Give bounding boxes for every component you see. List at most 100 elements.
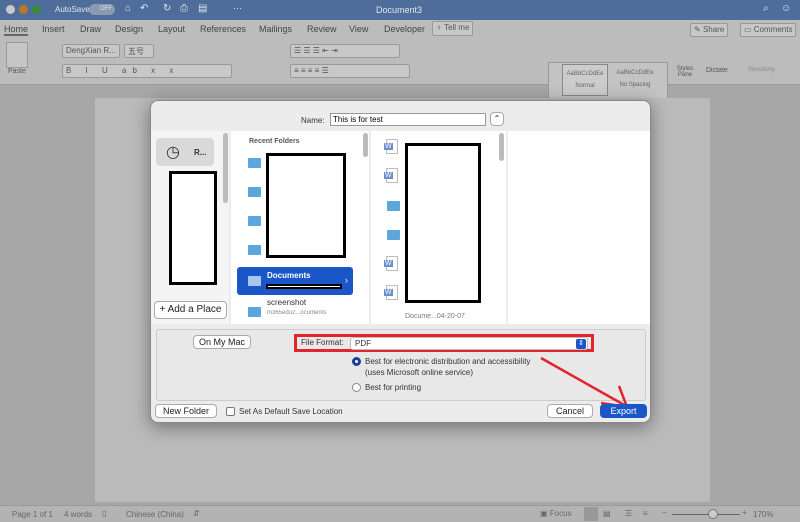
new-folder-button[interactable]: New Folder [155, 404, 217, 418]
folder-icon[interactable] [248, 307, 261, 317]
style-normal[interactable]: AaBbCcDdEe Normal [562, 64, 608, 96]
default-location-label: Set As Default Save Location [239, 407, 343, 416]
language[interactable]: Chinese (China) [126, 510, 184, 519]
folder-path: m365edu2...ocuments [267, 310, 327, 316]
save-icon[interactable]: ▤ [198, 3, 207, 14]
autosave-toggle[interactable]: OFF [89, 4, 115, 15]
zoom-window-button[interactable] [32, 5, 41, 14]
radio-printing[interactable] [352, 383, 361, 392]
tab-insert[interactable]: Insert [42, 24, 65, 34]
list-buttons[interactable]: ☰ ☰ ☰ ⇤ ⇥ [290, 44, 400, 58]
undo-icon[interactable]: ↶ [140, 3, 148, 14]
home-icon[interactable]: ⌂ [125, 3, 131, 14]
close-window-button[interactable] [6, 5, 15, 14]
format-buttons[interactable]: B I U ab x x [62, 64, 232, 78]
zoom-level[interactable]: 170% [753, 510, 773, 519]
comments-label: Comments [753, 25, 793, 34]
share-button[interactable]: ✎ Share [690, 23, 729, 37]
folder-documents[interactable]: Documents › [237, 267, 353, 295]
export-button[interactable]: Export [600, 404, 647, 418]
tab-home[interactable]: Home [4, 24, 29, 36]
outline-icon[interactable]: ☰ [625, 509, 632, 518]
autosave-label: AutoSave [55, 5, 90, 14]
draft-icon[interactable]: ≡ [643, 509, 648, 518]
tab-mailings[interactable]: Mailings [259, 24, 292, 34]
style-no-spacing[interactable]: AaBbCcDdEe No Spacing [612, 64, 658, 96]
sidebar-item-recents[interactable]: ◷ R... [156, 138, 214, 166]
tell-me-label: Tell me [444, 23, 470, 32]
redo-icon[interactable]: ↻ [163, 3, 171, 14]
minimize-window-button[interactable] [19, 5, 28, 14]
name-input[interactable] [330, 113, 486, 126]
tab-view[interactable]: View [349, 24, 368, 34]
focus-label: Focus [549, 509, 572, 518]
font-size-select[interactable]: 五号 [124, 44, 154, 58]
zoom-in-button[interactable]: + [742, 508, 747, 517]
folder-icon[interactable] [387, 230, 400, 240]
tab-references[interactable]: References [200, 24, 246, 34]
radio-electronic[interactable] [352, 357, 361, 366]
proofing-icon[interactable]: ▯ [102, 509, 106, 518]
file-format-select[interactable]: PDF ⇕ [350, 337, 588, 350]
tab-design[interactable]: Design [115, 24, 143, 34]
preview-column [508, 131, 650, 324]
focus-button[interactable]: ▣ Focus [540, 509, 572, 518]
sensitivity-button[interactable]: Sensitivity [748, 67, 775, 73]
folder-icon[interactable] [248, 245, 261, 255]
sidebar-scrollbar[interactable] [223, 133, 228, 203]
zoom-out-button[interactable]: − [662, 508, 667, 517]
styles-pane-button[interactable]: Styles Pane [670, 66, 700, 78]
folder-label[interactable]: screenshot [267, 298, 306, 307]
folder-icon [248, 276, 261, 286]
file-format-value: PDF [355, 339, 371, 348]
page-count[interactable]: Page 1 of 1 [12, 510, 53, 519]
tell-me-search[interactable]: ♀ Tell me [432, 21, 474, 36]
word-document-icon[interactable] [384, 256, 398, 271]
export-dialog: Name: ⌃ ◷ R... + Add a Place Recent Fold… [150, 100, 651, 423]
redacted-region [266, 284, 342, 289]
column-scrollbar[interactable] [363, 133, 368, 157]
dictate-button[interactable]: Dictate [706, 67, 728, 74]
add-place-button[interactable]: + Add a Place [154, 301, 227, 319]
more-icon[interactable]: ··· [233, 3, 242, 13]
redacted-region [405, 143, 481, 303]
folder-icon[interactable] [248, 187, 261, 197]
word-document-icon[interactable] [384, 285, 398, 300]
files-column: Docume...04-20-07 [371, 131, 506, 324]
recents-label: R... [194, 148, 207, 157]
comments-button[interactable]: ▭ Comments [740, 23, 797, 37]
option-printing-label: Best for printing [365, 383, 422, 392]
title-bar: AutoSave OFF ⌂ ↶ ↻ ⎙ ▤ ··· Document3 ⌕ ☺ [0, 0, 800, 20]
folder-icon[interactable] [387, 201, 400, 211]
web-layout-icon[interactable]: ▤ [603, 509, 611, 518]
collapse-button[interactable]: ⌃ [490, 112, 504, 126]
default-location-checkbox[interactable] [226, 407, 235, 416]
column-scrollbar[interactable] [499, 133, 504, 161]
account-icon[interactable]: ☺ [781, 3, 791, 14]
zoom-slider-handle[interactable] [707, 509, 718, 519]
tab-draw[interactable]: Draw [80, 24, 101, 34]
word-count[interactable]: 4 words [64, 510, 92, 519]
font-name-select[interactable]: DengXian R... [62, 44, 120, 58]
style-preview: AaBbCcDdEe [616, 70, 654, 76]
tab-review[interactable]: Review [307, 24, 337, 34]
folder-icon[interactable] [248, 216, 261, 226]
zoom-slider[interactable] [672, 514, 740, 515]
word-document-icon[interactable] [384, 139, 398, 154]
window-title: Document3 [376, 5, 423, 15]
accessibility-icon[interactable]: ⇵ [193, 509, 200, 518]
name-label: Name: [301, 116, 325, 125]
align-buttons[interactable]: ≡ ≡ ≡ ≡ ☰ [290, 64, 410, 78]
tab-developer[interactable]: Developer [384, 24, 425, 34]
on-my-mac-button[interactable]: On My Mac [193, 335, 251, 349]
paste-icon[interactable] [6, 42, 28, 68]
word-document-icon[interactable] [384, 168, 398, 183]
comment-icon: ▭ [744, 25, 754, 34]
tab-layout[interactable]: Layout [158, 24, 185, 34]
folder-icon[interactable] [248, 158, 261, 168]
file-label[interactable]: Docume...04-20-07 [405, 313, 465, 320]
print-icon[interactable]: ⎙ [180, 3, 188, 14]
search-icon[interactable]: ⌕ [763, 3, 769, 14]
cancel-button[interactable]: Cancel [547, 404, 593, 418]
print-layout-button[interactable] [584, 507, 598, 521]
